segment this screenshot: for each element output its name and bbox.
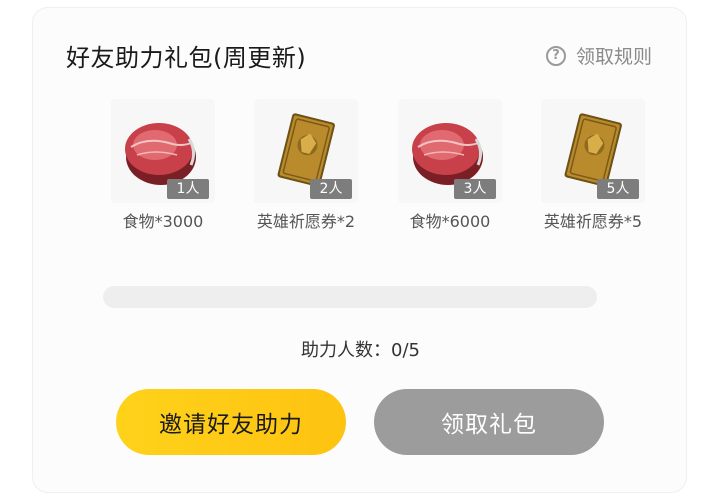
reward-thumbnail: 1人 xyxy=(111,99,215,203)
reward-list: 1人 食物*3000 2人 英雄祈愿券*2 3人 食物*6000 5人 英雄祈愿… xyxy=(33,99,688,269)
required-helpers-badge: 5人 xyxy=(597,179,639,199)
helper-progress-bar xyxy=(103,286,597,308)
reward-name: 英雄祈愿券*2 xyxy=(256,212,356,231)
reward-name: 食物*3000 xyxy=(122,212,204,231)
reward-item[interactable]: 1人 食物*3000 xyxy=(93,99,233,232)
required-helpers-badge: 1人 xyxy=(167,179,209,199)
panel-title: 好友助力礼包(周更新) xyxy=(66,44,307,72)
required-helpers-badge: 2人 xyxy=(310,179,352,199)
reward-item[interactable]: 5人 英雄祈愿券*5 xyxy=(523,99,663,232)
question-icon: ? xyxy=(545,45,566,66)
reward-item[interactable]: 2人 英雄祈愿券*2 xyxy=(236,99,376,232)
reward-item[interactable]: 3人 食物*6000 xyxy=(380,99,520,232)
reward-thumbnail: 2人 xyxy=(254,99,358,203)
invite-friends-button[interactable]: 邀请好友助力 xyxy=(116,389,346,455)
gift-panel: 好友助力礼包(周更新) ? 领取规则 1人 食物*3000 2人 英雄祈愿券*2… xyxy=(32,7,687,493)
required-helpers-badge: 3人 xyxy=(454,179,496,199)
claim-gift-button[interactable]: 领取礼包 xyxy=(374,389,604,455)
reward-name: 英雄祈愿券*5 xyxy=(543,212,643,231)
reward-thumbnail: 5人 xyxy=(541,99,645,203)
helper-count: 助力人数：0/5 xyxy=(301,340,420,361)
reward-thumbnail: 3人 xyxy=(398,99,502,203)
rules-label: 领取规则 xyxy=(575,46,652,68)
reward-name: 食物*6000 xyxy=(409,212,491,231)
rules-link[interactable]: ? 领取规则 xyxy=(545,42,652,69)
